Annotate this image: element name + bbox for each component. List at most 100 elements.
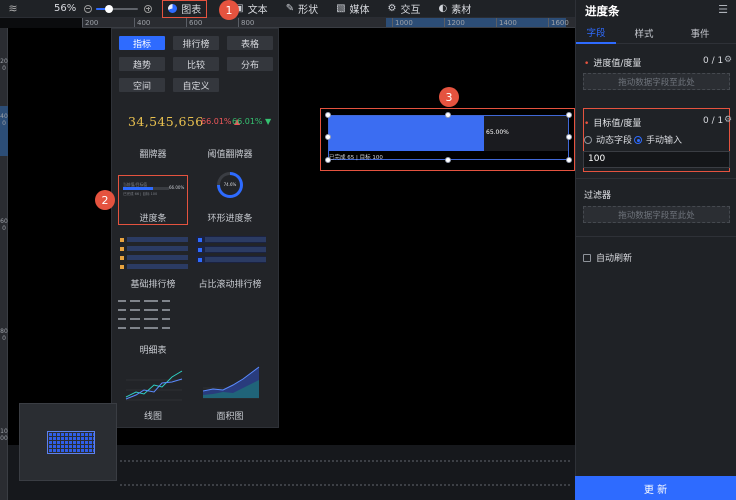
- radio-dynamic-field[interactable]: 动态字段: [584, 133, 632, 146]
- detail-table-widget[interactable]: [118, 298, 188, 334]
- ruler-label: 1600: [548, 18, 569, 27]
- category-tab-space[interactable]: 空间: [119, 78, 165, 92]
- zoom-in-icon[interactable]: [144, 4, 153, 13]
- rank-list-label: 基础排行榜: [130, 280, 176, 290]
- category-tab-custom[interactable]: 自定义: [173, 78, 219, 92]
- canvas-progress-fill: [329, 116, 485, 151]
- step-badge: 2: [95, 190, 115, 210]
- panel-tabs: 字段 样式 事件: [576, 22, 736, 44]
- vertical-ruler: 200 400 600 800 1000: [0, 28, 8, 500]
- zoom-out-icon[interactable]: [84, 4, 93, 13]
- progress-thumb-fill: [123, 187, 154, 190]
- line-chart-label: 线图: [143, 412, 162, 422]
- category-tab-compare[interactable]: 比较: [173, 57, 219, 71]
- tab-fields[interactable]: 字段: [576, 22, 616, 44]
- toolbar-interact-label: 交互: [400, 5, 421, 16]
- threshold-down-value[interactable]: 66.01% ▼: [232, 117, 271, 126]
- pie-chart-icon: [168, 4, 178, 13]
- toolbar-chart-label: 图表: [181, 5, 202, 16]
- ruler-label: 1000: [0, 428, 8, 442]
- minimap-viewport[interactable]: [47, 431, 95, 454]
- divider: [575, 236, 736, 237]
- toolbar-material-label: 素材: [451, 5, 472, 16]
- ruler-label: 400: [0, 113, 8, 127]
- ruler-label: 600: [0, 218, 8, 232]
- auto-refresh-checkbox[interactable]: 自动刷新: [583, 251, 632, 264]
- current-value-count: 0 / 1: [703, 56, 724, 66]
- filter-drop-zone[interactable]: 拖动数据字段至此处: [583, 206, 730, 223]
- canvas-minimap[interactable]: [19, 403, 117, 481]
- palette-icon: ◐: [438, 3, 448, 14]
- toolbar-chart-button[interactable]: 图表: [162, 0, 208, 18]
- toolbar-shape-label: 形状: [298, 5, 319, 16]
- area-chart-label: 面积图: [216, 412, 244, 422]
- panel-menu-icon[interactable]: ☰: [718, 3, 728, 16]
- resize-handle[interactable]: [325, 134, 331, 140]
- filter-label: 过滤器: [584, 191, 612, 201]
- step-badge: 3: [439, 87, 459, 107]
- resize-handle[interactable]: [445, 157, 451, 163]
- toolbar-material-button[interactable]: ◐ 素材: [434, 0, 477, 18]
- ruler-label: 200: [0, 58, 8, 72]
- app-root: ≋ 56% 图表 ▣ 文本 ✎ 形状 ▧ 媒体 ⚙ 交互 ◐ 素材: [0, 0, 736, 500]
- rank-row: [118, 263, 188, 270]
- radio-manual-input[interactable]: 手动输入: [634, 133, 682, 146]
- area-chart-widget[interactable]: [199, 363, 261, 403]
- target-value-input[interactable]: 100: [583, 151, 730, 168]
- resize-handle[interactable]: [325, 112, 331, 118]
- ring-progress-value: 74.6%: [223, 182, 237, 187]
- toolbar-shape-button[interactable]: ✎ 形状: [281, 0, 323, 18]
- grid-dots: [120, 484, 570, 486]
- category-tab-trend[interactable]: 趋势: [119, 57, 165, 71]
- rank-row: [196, 236, 266, 243]
- canvas-progress-track[interactable]: 65.00%: [329, 116, 568, 151]
- scroll-rank-widget[interactable]: [196, 236, 266, 266]
- flip-counter-preview[interactable]: 34,545,656: [128, 114, 204, 129]
- ruler-label: 400: [134, 18, 150, 27]
- horizontal-ruler: 200 400 600 800 1000 1200 1400 1600: [82, 18, 575, 28]
- ruler-label: 800: [0, 328, 8, 342]
- step-badge: 1: [219, 0, 239, 20]
- ring-progress-label: 环形进度条: [207, 214, 253, 224]
- rank-row: [196, 246, 266, 253]
- shape-icon: ✎: [285, 3, 295, 14]
- zoom-value: 56%: [54, 3, 77, 14]
- resize-handle[interactable]: [566, 157, 572, 163]
- ruler-label: 600: [186, 18, 202, 27]
- tab-style[interactable]: 样式: [616, 22, 672, 44]
- rank-row: [118, 236, 188, 243]
- rank-list-widget[interactable]: [118, 236, 188, 272]
- update-button[interactable]: 更 新: [575, 476, 736, 500]
- canvas-progress-percent: 65.00%: [486, 129, 509, 136]
- line-chart-widget[interactable]: [122, 365, 184, 405]
- tab-events[interactable]: 事件: [672, 22, 728, 44]
- layers-icon[interactable]: ≋: [4, 0, 22, 18]
- zoom-slider-handle[interactable]: [104, 4, 113, 13]
- resize-handle[interactable]: [445, 112, 451, 118]
- interaction-icon: ⚙: [387, 3, 397, 14]
- current-value-label: • 进度值/度量: [584, 59, 642, 69]
- toolbar-interact-button[interactable]: ⚙ 交互: [383, 0, 426, 18]
- rank-row: [118, 254, 188, 261]
- scroll-rank-label: 占比滚动排行榜: [198, 280, 262, 290]
- panel-title: 进度条: [585, 4, 620, 18]
- current-value-drop-zone[interactable]: 拖动数据字段至此处: [583, 73, 730, 90]
- progress-thumb-percent: 66.00%: [169, 185, 185, 190]
- ruler-label: 800: [238, 18, 254, 27]
- progress-bar-widget[interactable]: 当前值/目标值 66.00% 已完成 66 | 目标 100 进度条: [118, 175, 188, 225]
- category-tab-table[interactable]: 表格: [227, 36, 273, 50]
- settings-icon[interactable]: ⚙: [724, 55, 732, 65]
- resize-handle[interactable]: [325, 157, 331, 163]
- resize-handle[interactable]: [566, 112, 572, 118]
- canvas-progress-caption: 已完成 65 | 目标 100: [329, 155, 383, 161]
- resize-handle[interactable]: [566, 134, 572, 140]
- category-tab-ranking[interactable]: 排行榜: [173, 36, 219, 50]
- category-tab-distribution[interactable]: 分布: [227, 57, 273, 71]
- zoom-slider[interactable]: [96, 4, 139, 13]
- toolbar-media-button[interactable]: ▧ 媒体: [331, 0, 374, 18]
- rank-row: [118, 245, 188, 252]
- settings-icon[interactable]: ⚙: [724, 115, 732, 125]
- category-tab-indicator[interactable]: 指标: [119, 36, 165, 50]
- threshold-flip-label: 阈值翻牌器: [207, 150, 253, 160]
- top-toolbar: ≋ 56% 图表 ▣ 文本 ✎ 形状 ▧ 媒体 ⚙ 交互 ◐ 素材: [0, 0, 575, 18]
